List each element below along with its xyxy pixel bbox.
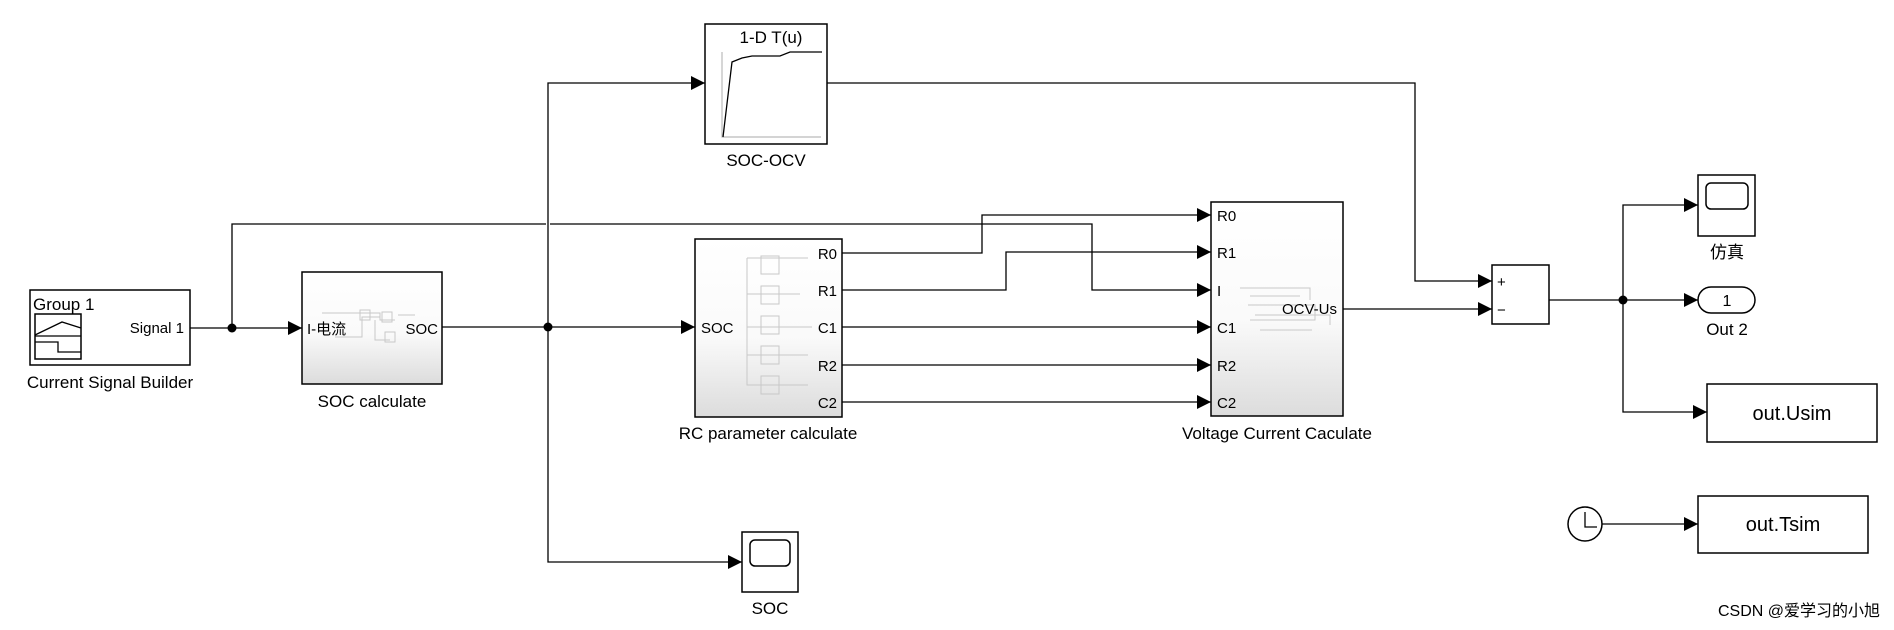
input-port-label: I-电流	[307, 321, 346, 338]
port-number: 1	[1723, 293, 1732, 310]
junction-dot	[543, 322, 553, 332]
block-name: SOC	[752, 599, 789, 618]
block-name: SOC-OCV	[726, 151, 806, 170]
block-name: Out 2	[1706, 320, 1748, 339]
rc-parameter-block[interactable]: SOC R0 R1 C1 R2 C2	[694, 238, 843, 418]
usim-workspace-block[interactable]: out.Usim	[1706, 383, 1878, 443]
output-port-label: C1	[818, 320, 837, 337]
variable-name: out.Tsim	[1746, 514, 1820, 536]
output-port-label: C2	[818, 395, 837, 412]
simulink-canvas: Group 1 Signal 1 Current Signal Builder …	[27, 23, 1880, 620]
input-port-label: R0	[1217, 208, 1236, 225]
block-name: SOC calculate	[318, 392, 427, 411]
soc-calculate-block[interactable]: I-电流 SOC	[301, 271, 443, 385]
lookup-title: 1-D T(u)	[740, 28, 803, 47]
soc-ocv-lookup-block[interactable]: 1-D T(u)	[704, 23, 828, 145]
tsim-workspace-block[interactable]: out.Tsim	[1697, 495, 1869, 554]
minus-sign: −	[1497, 302, 1506, 319]
clock-block[interactable]	[1567, 506, 1603, 542]
out2-port-block[interactable]: 1	[1697, 286, 1756, 314]
scope-sim-block[interactable]	[1697, 174, 1756, 237]
block-name: Current Signal Builder	[27, 373, 194, 392]
output-port-label: Signal 1	[130, 320, 184, 337]
input-port-label: SOC	[701, 320, 734, 337]
scope-soc-block[interactable]	[741, 531, 799, 593]
variable-name: out.Usim	[1753, 403, 1832, 425]
output-port-label: OCV-Us	[1282, 301, 1337, 318]
signal-builder-block[interactable]: Group 1 Signal 1	[29, 289, 191, 366]
group-label: Group 1	[33, 295, 94, 314]
output-port-label: R1	[818, 283, 837, 300]
output-port-label: SOC	[405, 321, 438, 338]
block-name: 仿真	[1710, 243, 1744, 262]
junction-dot	[227, 323, 237, 333]
plus-sign: +	[1497, 274, 1506, 291]
scope-icon	[1705, 182, 1749, 210]
junction-dot	[1618, 295, 1628, 305]
input-port-label: I	[1217, 283, 1221, 300]
output-port-label: R0	[818, 246, 837, 263]
input-port-label: R1	[1217, 245, 1236, 262]
block-name: RC parameter calculate	[679, 424, 858, 443]
input-port-label: R2	[1217, 358, 1236, 375]
output-port-label: R2	[818, 358, 837, 375]
input-port-label: C1	[1217, 320, 1236, 337]
voltage-current-block[interactable]: R0 R1 I C1 R2 C2 OCV-Us	[1210, 201, 1344, 417]
sum-block[interactable]: + −	[1491, 264, 1550, 325]
watermark: CSDN @爱学习的小旭	[1718, 602, 1880, 620]
input-port-label: C2	[1217, 395, 1236, 412]
scope-icon	[749, 539, 791, 567]
block-name: Voltage Current Caculate	[1182, 424, 1372, 443]
